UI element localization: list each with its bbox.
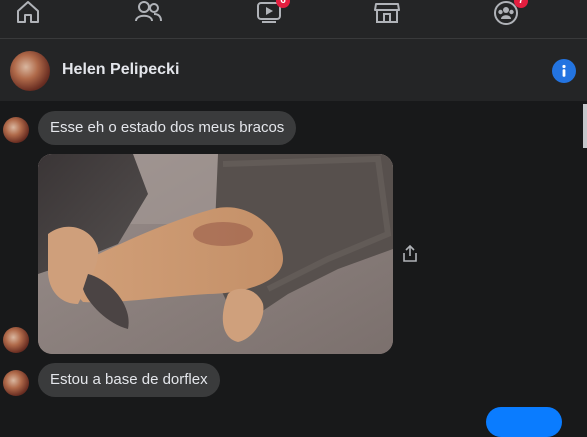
contact-name[interactable]: Helen Pelipecki xyxy=(62,61,179,79)
share-icon xyxy=(403,244,417,262)
top-nav: 6 7 xyxy=(0,0,587,39)
message-bubble[interactable]: Esse eh o estado dos meus bracos xyxy=(38,111,297,145)
groups-badge: 7 xyxy=(514,0,528,8)
info-icon xyxy=(562,64,566,77)
message-bubble[interactable]: Estou a base de dorflex xyxy=(38,363,220,397)
home-icon[interactable] xyxy=(14,0,42,30)
message-photo[interactable] xyxy=(38,154,393,354)
avatar xyxy=(3,327,29,353)
share-button[interactable] xyxy=(401,244,419,264)
chat-header: Helen Pelipecki xyxy=(0,39,587,102)
scrollbar[interactable] xyxy=(583,104,587,148)
watch-icon[interactable]: 6 xyxy=(254,0,290,30)
sent-message-bubble[interactable] xyxy=(486,407,562,437)
groups-icon[interactable]: 7 xyxy=(492,0,528,30)
info-button[interactable] xyxy=(552,59,576,83)
avatar[interactable] xyxy=(10,51,50,91)
marketplace-icon[interactable] xyxy=(373,0,401,30)
avatar xyxy=(3,117,29,143)
watch-badge: 6 xyxy=(276,0,290,8)
avatar xyxy=(3,370,29,396)
friends-icon[interactable] xyxy=(134,0,162,30)
